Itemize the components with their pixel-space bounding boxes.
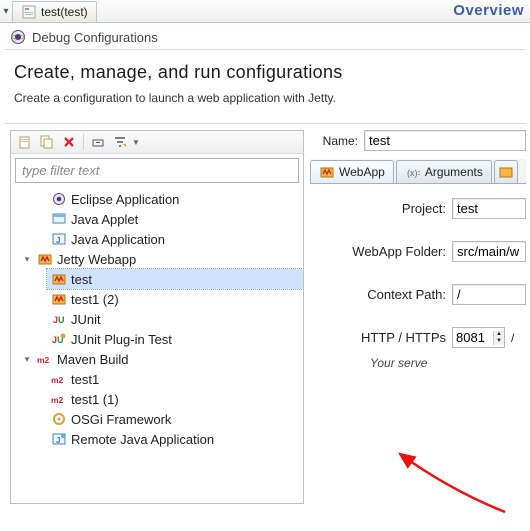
config-tree-panel: ▼ Eclipse Application Java Applet JJava …	[10, 130, 304, 504]
eclipse-icon	[10, 29, 26, 45]
tree-toolbar: ▼	[11, 131, 303, 154]
tab-overflow[interactable]	[494, 160, 518, 183]
port-slash: /	[505, 331, 520, 345]
svg-text:(x)=: (x)=	[407, 168, 420, 178]
http-port-input[interactable]	[453, 328, 493, 347]
http-port-spinner[interactable]: ▲▼	[452, 327, 505, 348]
svg-text:m2: m2	[51, 395, 64, 405]
tree-item-eclipse-application[interactable]: Eclipse Application	[31, 189, 303, 209]
java-applet-icon	[51, 211, 67, 227]
new-config-button[interactable]	[15, 132, 35, 152]
server-note: Your serve	[370, 356, 526, 370]
expand-icon[interactable]: ▾	[21, 254, 33, 265]
tree-item-jetty-test[interactable]: test	[47, 269, 303, 289]
webapp-folder-input[interactable]	[452, 241, 526, 262]
config-tree[interactable]: Eclipse Application Java Applet JJava Ap…	[11, 187, 303, 503]
svg-text:m2: m2	[37, 355, 50, 365]
chevron-down-icon[interactable]: ▾	[0, 6, 12, 17]
http-label: HTTP / HTTPs	[310, 330, 452, 345]
eclipse-icon	[51, 191, 67, 207]
filter-input[interactable]	[16, 159, 298, 182]
overview-heading: Overview	[453, 2, 524, 19]
webapp-folder-label: WebApp Folder:	[310, 244, 452, 259]
launch-config-icon	[21, 4, 37, 20]
junit-icon: JU	[51, 311, 67, 327]
spin-up-icon[interactable]: ▲	[493, 331, 504, 338]
duplicate-config-button[interactable]	[37, 132, 57, 152]
svg-text:J: J	[56, 236, 60, 245]
expand-icon[interactable]: ▾	[21, 354, 33, 365]
banner-subtitle: Create a configuration to launch a web a…	[14, 91, 516, 105]
separator	[83, 134, 84, 150]
config-tabstrip: WebApp (x)= Arguments	[310, 159, 526, 184]
maven-icon: m2	[37, 351, 53, 367]
project-label: Project:	[310, 201, 452, 216]
name-input[interactable]	[364, 130, 526, 151]
delete-config-button[interactable]	[59, 132, 79, 152]
context-path-input[interactable]	[452, 284, 526, 305]
editor-tab-label: test(test)	[41, 5, 88, 19]
dialog-title: Debug Configurations	[32, 30, 158, 45]
editor-tab-test[interactable]: test(test)	[12, 1, 97, 22]
tree-item-junit-plugin[interactable]: JUJUnit Plug-in Test	[31, 329, 303, 349]
tree-item-maven-test1-1[interactable]: m2test1 (1)	[47, 389, 303, 409]
context-path-label: Context Path:	[310, 287, 452, 302]
svg-text:JU: JU	[53, 315, 65, 325]
project-input[interactable]	[452, 198, 526, 219]
spin-down-icon[interactable]: ▼	[493, 338, 504, 345]
collapse-all-button[interactable]	[88, 132, 108, 152]
tab-webapp[interactable]: WebApp	[310, 160, 394, 183]
osgi-icon	[51, 411, 67, 427]
tree-item-junit[interactable]: JUJUnit	[31, 309, 303, 329]
tree-item-maven-build[interactable]: ▾m2Maven Build	[17, 349, 303, 369]
remote-java-icon: J	[51, 431, 67, 447]
svg-text:J: J	[56, 436, 60, 445]
tree-item-jetty-webapp[interactable]: ▾Jetty Webapp	[17, 249, 303, 269]
tree-item-maven-test1[interactable]: m2test1	[47, 369, 303, 389]
maven-icon: m2	[51, 391, 67, 407]
svg-text:m2: m2	[51, 375, 64, 385]
tree-item-osgi[interactable]: OSGi Framework	[31, 409, 303, 429]
arguments-icon: (x)=	[405, 164, 421, 180]
junit-plugin-icon: JU	[51, 331, 67, 347]
tree-item-java-applet[interactable]: Java Applet	[31, 209, 303, 229]
maven-icon: m2	[51, 371, 67, 387]
dropdown-caret-icon[interactable]: ▼	[132, 138, 140, 147]
banner-title: Create, manage, and run configurations	[14, 62, 516, 83]
jetty-icon	[319, 164, 335, 180]
tree-item-remote-java[interactable]: JRemote Java Application	[31, 429, 303, 449]
name-label: Name:	[310, 134, 364, 148]
jetty-icon	[51, 271, 67, 287]
tree-item-jetty-test1[interactable]: test1 (2)	[47, 289, 303, 309]
filter-button[interactable]	[110, 132, 130, 152]
tree-item-java-application[interactable]: JJava Application	[31, 229, 303, 249]
java-app-icon: J	[51, 231, 67, 247]
jetty-icon	[51, 291, 67, 307]
jetty-icon	[37, 251, 53, 267]
jetty-icon	[498, 164, 514, 180]
tab-arguments[interactable]: (x)= Arguments	[396, 160, 492, 183]
